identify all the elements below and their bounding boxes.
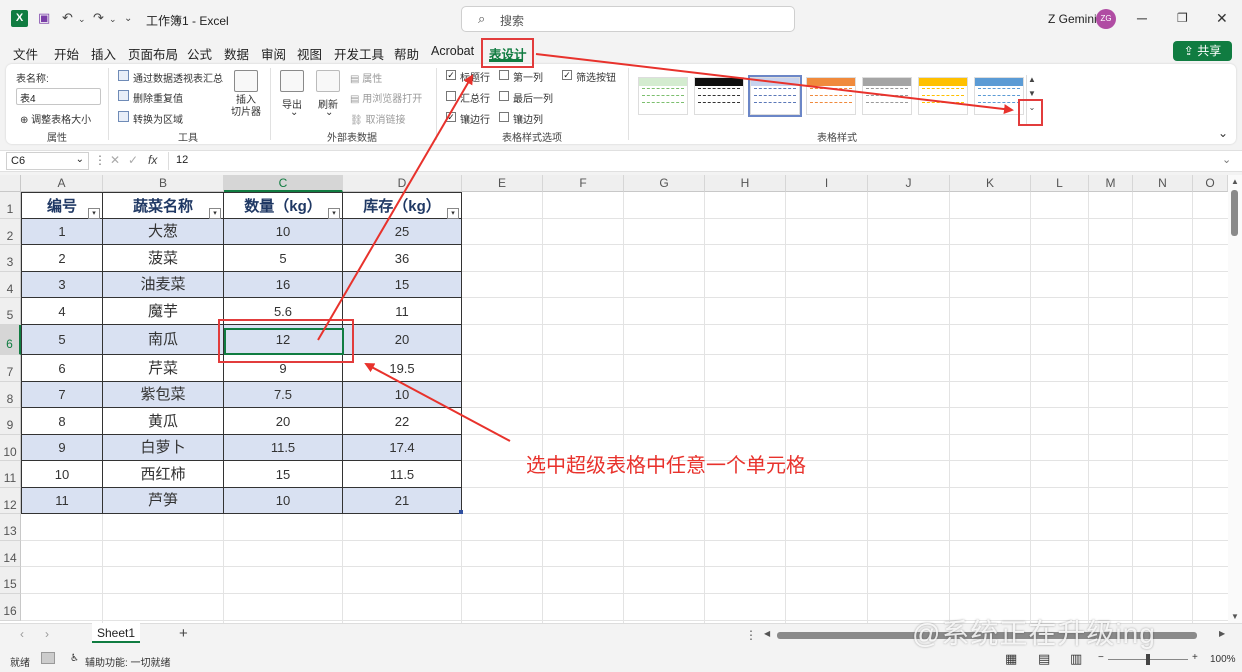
annotation-text: 选中超级表格中任意一个单元格 [526, 455, 806, 477]
arrow-to-selected-cell [364, 363, 511, 442]
annotation-arrows [317, 53, 1014, 442]
watermark: @系统正在升级ing [912, 618, 1156, 649]
arrow-to-table-design-tab [317, 74, 474, 341]
arrow-to-style-more [535, 53, 1014, 115]
